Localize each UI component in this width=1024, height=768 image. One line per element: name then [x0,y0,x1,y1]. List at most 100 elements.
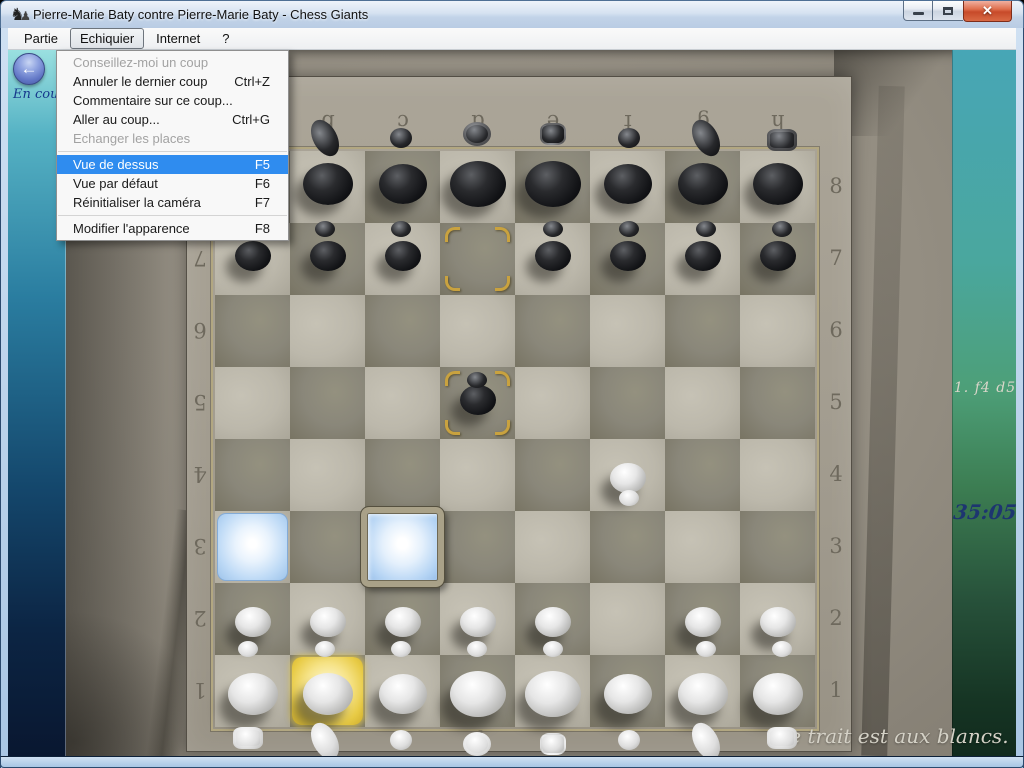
white-rook-h1[interactable] [740,655,815,727]
square-b5[interactable] [290,367,365,439]
square-e3[interactable] [515,511,590,583]
white-pawn-b2[interactable] [290,583,365,655]
menu-item-commentaire-sur-ce-coup[interactable]: Commentaire sur ce coup... [57,91,288,110]
square-g5[interactable] [665,367,740,439]
black-bishop-c8[interactable] [365,151,440,223]
square-f2[interactable] [590,583,665,655]
maximize-button[interactable] [933,1,963,21]
white-knight-b1[interactable] [290,655,365,727]
square-b3[interactable] [290,511,365,583]
menu-item-shortcut: Ctrl+G [232,110,270,129]
white-king-e1[interactable] [515,655,590,727]
board-squares [215,151,815,727]
square-h3[interactable] [740,511,815,583]
white-rook-a1[interactable] [215,655,290,727]
white-pawn-d2[interactable] [440,583,515,655]
square-h4[interactable] [740,439,815,511]
square-a5[interactable] [215,367,290,439]
black-pawn-d5[interactable] [440,367,515,439]
black-rook-h8[interactable] [740,151,815,223]
square-a6[interactable] [215,295,290,367]
app-window: ♞♟ Pierre-Marie Baty contre Pierre-Marie… [0,0,1024,768]
black-pawn-h7[interactable] [740,223,815,295]
menu-item-modifier-l-apparence[interactable]: Modifier l'apparenceF8 [57,219,288,238]
square-d3[interactable] [440,511,515,583]
square-e6[interactable] [515,295,590,367]
square-g4[interactable] [665,439,740,511]
white-queen-d1[interactable] [440,655,515,727]
rank-label-left-3: 3 [188,533,212,559]
white-bishop-c1[interactable] [365,655,440,727]
piece-base [228,673,278,715]
piece-cap [619,490,639,506]
menu-item-echanger-les-places: Echanger les places [57,129,288,148]
piece-base [753,673,803,715]
minimize-icon [913,12,924,15]
square-a4[interactable] [215,439,290,511]
back-button[interactable]: ← [13,53,45,85]
white-pawn-h2[interactable] [740,583,815,655]
black-bishop-f8[interactable] [590,151,665,223]
square-c5[interactable] [365,367,440,439]
piece-base [760,607,796,637]
square-c6[interactable] [365,295,440,367]
menu-item-vue-par-defaut[interactable]: Vue par défautF6 [57,174,288,193]
black-pawn-b7[interactable] [290,223,365,295]
menu-item-label: Echanger les places [73,129,258,148]
square-g6[interactable] [665,295,740,367]
hover-cursor-frame-c3[interactable] [361,507,444,587]
square-b4[interactable] [290,439,365,511]
square-e4[interactable] [515,439,590,511]
square-d7[interactable] [440,223,515,295]
square-h5[interactable] [740,367,815,439]
square-c4[interactable] [365,439,440,511]
close-button[interactable]: ✕ [963,1,1012,22]
menu-item-reinitialiser-la-camera[interactable]: Réinitialiser la caméraF7 [57,193,288,212]
square-h6[interactable] [740,295,815,367]
menu-item-vue-de-dessus[interactable]: Vue de dessusF5 [57,155,288,174]
black-pawn-e7[interactable] [515,223,590,295]
square-f3[interactable] [590,511,665,583]
move-hint-square-a3[interactable] [217,513,288,581]
square-b6[interactable] [290,295,365,367]
piece-cap [390,128,412,148]
black-pawn-f7[interactable] [590,223,665,295]
square-d6[interactable] [440,295,515,367]
menu-item-label: Annuler le dernier coup [73,72,222,91]
menu-item-annuler-le-dernier-coup[interactable]: Annuler le dernier coupCtrl+Z [57,72,288,91]
square-f5[interactable] [590,367,665,439]
white-pawn-e2[interactable] [515,583,590,655]
white-pawn-f4[interactable] [590,439,665,511]
move-list: 1. f4 d5 [953,380,1016,396]
black-queen-d8[interactable] [440,151,515,223]
piece-base [235,607,271,637]
menu-separator [58,151,287,152]
menubar-item-internet[interactable]: Internet [146,28,210,49]
black-pawn-c7[interactable] [365,223,440,295]
minimize-button[interactable] [903,1,933,21]
white-pawn-g2[interactable] [665,583,740,655]
black-knight-g8[interactable] [665,151,740,223]
right-stripe-decor [861,86,905,756]
black-pawn-g7[interactable] [665,223,740,295]
menu-item-aller-au-coup[interactable]: Aller au coup...Ctrl+G [57,110,288,129]
black-king-e8[interactable] [515,151,590,223]
piece-base [450,671,506,717]
menubar-item-aide[interactable]: ? [212,28,239,49]
white-pawn-c2[interactable] [365,583,440,655]
piece-base [460,385,496,415]
menubar-item-echiquier[interactable]: Echiquier [70,28,144,49]
black-knight-b8[interactable] [290,151,365,223]
white-pawn-a2[interactable] [215,583,290,655]
square-d4[interactable] [440,439,515,511]
square-f6[interactable] [590,295,665,367]
white-bishop-f1[interactable] [590,655,665,727]
menubar-item-partie[interactable]: Partie [14,28,68,49]
menu-item-shortcut: F6 [255,174,270,193]
square-e5[interactable] [515,367,590,439]
rank-label-right-3: 3 [824,533,848,559]
piece-cap [391,221,411,237]
white-knight-g1[interactable] [665,655,740,727]
piece-cap [696,221,716,237]
square-g3[interactable] [665,511,740,583]
